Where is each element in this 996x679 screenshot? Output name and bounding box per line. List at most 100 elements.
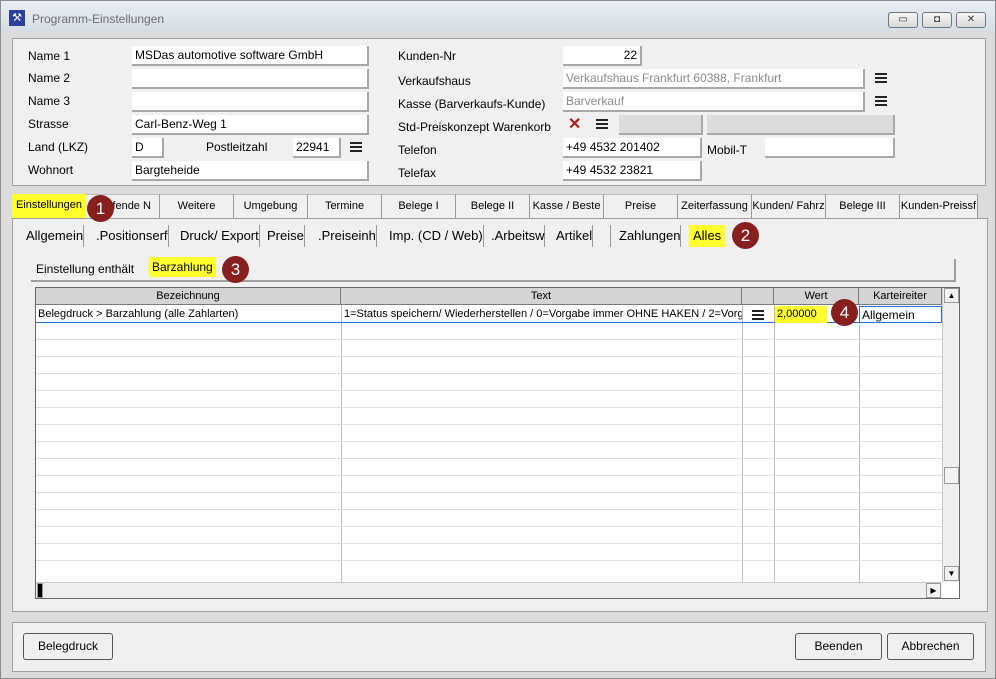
tab-kunden-fahrz[interactable]: Kunden/ Fahrz (752, 194, 826, 218)
register-field[interactable]: Barverkauf (563, 92, 865, 112)
street-field[interactable]: Carl-Benz-Weg 1 (132, 115, 369, 135)
callout-badge-4: 4 (831, 299, 858, 326)
store-label: Verkaufshaus (398, 74, 471, 88)
scroll-up-icon[interactable]: ▲ (944, 288, 959, 303)
callout-badge-2: 2 (732, 222, 759, 249)
filter-bar: Einstellung enthält Barzahlung (31, 257, 956, 282)
name3-field[interactable] (132, 92, 369, 112)
tab-umgebung[interactable]: Umgebung (234, 194, 308, 218)
cell-bezeichnung[interactable]: Belegdruck > Barzahlung (alle Zahlarten) (36, 306, 341, 323)
scroll-down-icon[interactable]: ▼ (944, 566, 959, 581)
maximize-button[interactable]: ◘ (922, 12, 952, 28)
tab-preise[interactable]: Preise (604, 194, 678, 218)
row-line (36, 390, 942, 391)
scroll-right-icon[interactable]: ▶ (926, 583, 941, 598)
fax-label: Telefax (398, 166, 437, 180)
subtab-druck-export[interactable]: Druck/ Export (176, 225, 260, 247)
column-divider (742, 305, 743, 582)
subtab-import[interactable]: Imp. (CD / Web) (385, 225, 484, 247)
close-button[interactable]: ✕ (956, 12, 986, 28)
row-line (36, 458, 942, 459)
tab-einstellungen[interactable]: Einstellungen (12, 194, 86, 218)
filter-input[interactable]: Barzahlung (149, 257, 216, 277)
callout-badge-1: 1 (87, 195, 114, 222)
subtab-arbeitsw[interactable]: .Arbeitsw (487, 225, 546, 247)
mobile-label: Mobil-T (707, 143, 748, 157)
name1-field[interactable]: MSDas automotive software GmbH (132, 46, 369, 66)
column-header-karteireiter[interactable]: Karteireiter (859, 288, 942, 305)
title-bar: ⚒ Programm-Einstellungen ▭ ◘ ✕ (1, 1, 995, 31)
city-label: Wohnort (28, 163, 74, 177)
vertical-scrollbar[interactable]: ▲ ▼ (942, 288, 959, 582)
price-concept-field[interactable] (619, 115, 703, 135)
subtab-zahlungen[interactable]: Zahlungen (615, 225, 682, 247)
subtab-positionserf[interactable]: .Positionserf (92, 225, 169, 247)
country-label: Land (LKZ) (28, 140, 89, 154)
tab-belege-1[interactable]: Belege I (382, 194, 456, 218)
street-label: Strasse (28, 117, 69, 131)
cell-wert[interactable]: 2,00000 (775, 306, 827, 323)
zip-list-icon[interactable] (350, 142, 362, 152)
horizontal-scrollbar[interactable]: ▶ (36, 582, 942, 598)
register-list-icon[interactable] (875, 96, 887, 106)
price-concept-list-icon[interactable] (596, 119, 608, 129)
row-line (36, 475, 942, 476)
city-field[interactable]: Bargteheide (132, 161, 369, 181)
customer-no-label: Kunden-Nr (398, 49, 457, 63)
row-line (36, 339, 942, 340)
tab-termine[interactable]: Termine (308, 194, 382, 218)
fax-field[interactable]: +49 4532 23821 (563, 161, 702, 181)
store-list-icon[interactable] (875, 73, 887, 83)
scroll-thumb[interactable] (944, 467, 959, 484)
row-line (36, 407, 942, 408)
column-header-bezeichnung[interactable]: Bezeichnung (36, 288, 341, 305)
column-divider (341, 305, 342, 582)
register-label: Kasse (Barverkaufs-Kunde) (398, 97, 546, 111)
cancel-button[interactable]: Abbrechen (887, 633, 974, 660)
cell-karteireiter[interactable]: Allgemein (859, 306, 942, 323)
subtab-empty[interactable] (601, 225, 611, 247)
phone-label: Telefon (398, 143, 437, 157)
subtab-artikel[interactable]: Artikel (552, 225, 594, 247)
row-list-icon[interactable] (752, 310, 764, 320)
row-line (36, 356, 942, 357)
country-field[interactable]: D (132, 138, 164, 158)
clear-x-icon[interactable]: ✕ (568, 117, 581, 133)
tab-weitere[interactable]: Weitere (160, 194, 234, 218)
store-field[interactable]: Verkaufshaus Frankfurt 60388, Frankfurt (563, 69, 865, 89)
subtab-preise[interactable]: Preise (263, 225, 305, 247)
tab-belege-2[interactable]: Belege II (456, 194, 530, 218)
subtab-alles[interactable]: Alles (689, 225, 726, 247)
scroll-left-icon[interactable] (37, 583, 43, 598)
main-tab-row: Einstellungen Laufende N Weitere Umgebun… (12, 194, 988, 218)
window: ⚒ Programm-Einstellungen ▭ ◘ ✕ Name 1 MS… (0, 0, 996, 679)
mobile-field[interactable] (765, 138, 895, 158)
window-title: Programm-Einstellungen (32, 12, 165, 26)
bottom-button-bar: Belegdruck Beenden Abbrechen (12, 622, 986, 672)
zip-field[interactable]: 22941 (293, 138, 341, 158)
row-line (36, 526, 942, 527)
tab-zeiterfassung[interactable]: Zeiterfassung (678, 194, 752, 218)
name1-label: Name 1 (28, 49, 71, 63)
settings-tools-icon: ⚒ (9, 10, 25, 26)
tab-kunden-preis[interactable]: Kunden-Preissf (900, 194, 978, 218)
customer-no-field[interactable]: 22 (563, 46, 642, 66)
subtab-preiseinh[interactable]: .Preiseinh (314, 225, 377, 247)
subtab-allgemein[interactable]: Allgemein (22, 225, 85, 247)
column-header-icon[interactable] (742, 288, 774, 305)
belegdruck-button[interactable]: Belegdruck (23, 633, 113, 660)
settings-table: Bezeichnung Text Wert Karteireiter Beleg… (35, 287, 960, 599)
column-header-text[interactable]: Text (341, 288, 742, 305)
tab-kasse[interactable]: Kasse / Beste (530, 194, 604, 218)
name2-field[interactable] (132, 69, 369, 89)
finish-button[interactable]: Beenden (795, 633, 882, 660)
cell-text[interactable]: 1=Status speichern/ Wiederherstellen / 0… (342, 306, 742, 323)
phone-field[interactable]: +49 4532 201402 (563, 138, 702, 158)
tab-belege-3[interactable]: Belege III (826, 194, 900, 218)
price-concept-extra-field[interactable] (707, 115, 895, 135)
name2-label: Name 2 (28, 71, 71, 85)
filter-label: Einstellung enthält (36, 262, 135, 276)
row-line (36, 373, 942, 374)
row-line (36, 560, 942, 561)
minimize-button[interactable]: ▭ (888, 12, 918, 28)
